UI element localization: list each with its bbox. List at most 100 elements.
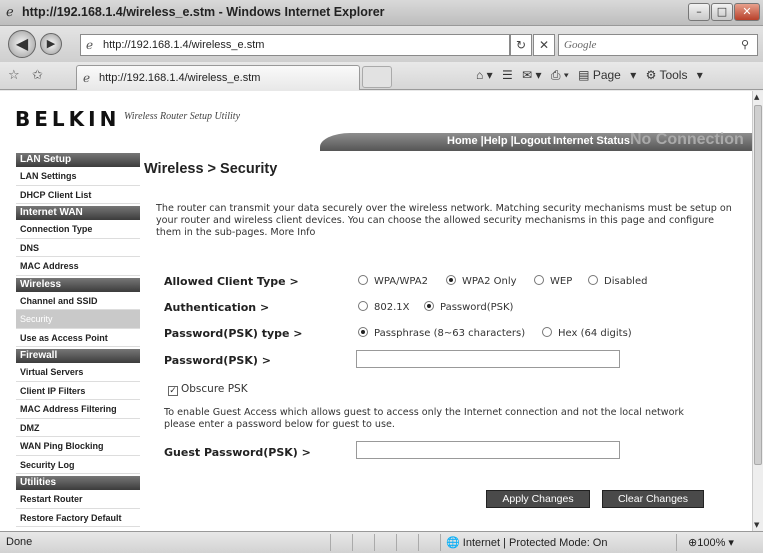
header-bar: Home |Help |Logout Internet Status: No C… (320, 131, 752, 151)
address-url: http://192.168.1.4/wireless_e.stm (103, 39, 265, 51)
search-icon[interactable]: ⚲ (741, 35, 749, 55)
radio-label: WPA2 Only (462, 276, 517, 287)
psk-input[interactable] (356, 350, 620, 368)
tab-page-icon: ℯ (83, 71, 91, 85)
stop-icon[interactable]: ✕ (533, 34, 555, 56)
radio-button[interactable] (358, 327, 368, 337)
scroll-down-icon[interactable]: ▼ (754, 521, 759, 529)
header-links[interactable]: Home |Help |Logout (447, 135, 551, 147)
radio-button[interactable] (358, 275, 368, 285)
page-icon: ℯ (86, 38, 94, 52)
tab-current[interactable]: ℯ http://192.168.1.4/wireless_e.stm (76, 65, 360, 90)
radio-auth-8021x[interactable]: 802.1X (358, 301, 409, 313)
add-favorites-icon[interactable]: ✩ (32, 68, 43, 83)
page-menu[interactable]: ▤ Page ▾ (578, 68, 636, 82)
header-tagline: Wireless Router Setup Utility (124, 111, 241, 122)
authentication-label: Authentication > (164, 301, 270, 314)
sidebar-item[interactable]: DHCP Client List (16, 186, 140, 204)
apply-changes-button[interactable]: Apply Changes (486, 490, 590, 508)
sidebar-item[interactable]: Security Log (16, 456, 140, 474)
address-input[interactable]: ℯ http://192.168.1.4/wireless_e.stm (80, 34, 510, 56)
sidebar-section-header: Wireless (16, 277, 140, 292)
page-title: Wireless > Security (144, 161, 278, 177)
zoom-control[interactable]: ⊕100% ▾ (688, 536, 734, 549)
sidebar-section-header: Firewall (16, 349, 140, 363)
read-mail-icon[interactable]: ✉ ▾ (522, 68, 541, 82)
radio-auth-psk[interactable]: Password(PSK) (424, 301, 513, 313)
radio-label: Disabled (604, 276, 648, 287)
radio-label: WEP (550, 276, 573, 287)
radio-button[interactable] (424, 301, 434, 311)
window-title: http://192.168.1.4/wireless_e.stm - Wind… (22, 5, 385, 19)
browser-window: ℯ http://192.168.1.4/wireless_e.stm - Wi… (0, 0, 763, 553)
guest-access-note: To enable Guest Access which allows gues… (164, 407, 684, 430)
sidebar-item[interactable]: Virtual Servers (16, 363, 140, 382)
sidebar-nav: LAN Setup LAN Settings DHCP Client List Int… (16, 153, 140, 531)
radio-label: Hex (64 digits) (558, 328, 632, 339)
sidebar-item[interactable]: DNS (16, 239, 140, 257)
radio-psk-hex[interactable]: Hex (64 digits) (542, 327, 632, 339)
clear-changes-button[interactable]: Clear Changes (602, 490, 704, 508)
psk-type-label: Password(PSK) type > (164, 327, 303, 340)
sidebar-item[interactable]: Use as Access Point (16, 329, 140, 347)
sidebar-item[interactable]: MAC Address Filtering (16, 400, 140, 419)
tools-menu[interactable]: ⚙ Tools ▾ (646, 68, 703, 82)
radio-client-wep[interactable]: WEP (534, 275, 572, 287)
minimize-button[interactable]: – (688, 3, 710, 21)
radio-button[interactable] (542, 327, 552, 337)
sidebar-item[interactable]: Channel and SSID (16, 292, 140, 310)
sidebar-item[interactable]: Connection Type (16, 220, 140, 239)
page-content: BELKIN Wireless Router Setup Utility Hom… (0, 91, 752, 531)
home-icon[interactable]: ⌂ ▾ (476, 68, 493, 82)
maximize-button[interactable]: □ (711, 3, 733, 21)
vertical-scrollbar[interactable]: ▲ ▼ (752, 91, 763, 531)
radio-client-wpa-wpa2[interactable]: WPA/WPA2 (358, 275, 428, 287)
status-bar: Done 🌐 Internet | Protected Mode: On ⊕10… (0, 531, 763, 553)
psk-label: Password(PSK) > (164, 354, 271, 367)
radio-button[interactable] (446, 275, 456, 285)
checkbox-checked-icon[interactable]: ✓ (168, 386, 178, 396)
radio-client-wpa2-only[interactable]: WPA2 Only (446, 275, 517, 287)
radio-label: 802.1X (374, 302, 410, 313)
sidebar-item[interactable]: Security (16, 310, 140, 329)
sidebar-item[interactable]: WAN Ping Blocking (16, 437, 140, 456)
radio-client-disabled[interactable]: Disabled (588, 275, 647, 287)
radio-button[interactable] (588, 275, 598, 285)
refresh-icon[interactable]: ↻ (510, 34, 532, 56)
search-input[interactable]: Google ⚲ (558, 34, 758, 56)
internet-status-label: Internet Status: (553, 135, 634, 147)
guest-psk-input[interactable] (356, 441, 620, 459)
sidebar-section-header: Utilities (16, 476, 140, 490)
back-button[interactable]: ◀ (8, 30, 36, 58)
sidebar-item[interactable]: MAC Address (16, 257, 140, 276)
status-divider (374, 534, 375, 551)
print-icon[interactable]: ⎙ ▾ (551, 68, 569, 82)
radio-button[interactable] (534, 275, 544, 285)
sidebar-item[interactable]: Restart Router (16, 490, 140, 509)
scroll-thumb[interactable] (754, 105, 762, 465)
status-divider (352, 534, 353, 551)
status-divider (396, 534, 397, 551)
obscure-psk-checkbox[interactable]: ✓ Obscure PSK (168, 383, 248, 396)
sidebar-item[interactable]: Client IP Filters (16, 382, 140, 400)
scroll-up-icon[interactable]: ▲ (754, 93, 759, 101)
title-bar: ℯ http://192.168.1.4/wireless_e.stm - Wi… (0, 0, 763, 26)
radio-label: WPA/WPA2 (374, 276, 428, 287)
sidebar-item[interactable]: DMZ (16, 419, 140, 437)
radio-button[interactable] (358, 301, 368, 311)
sidebar-item[interactable]: LAN Settings (16, 167, 140, 186)
favorites-star-icon[interactable]: ☆ (8, 68, 20, 83)
close-window-button[interactable]: ✕ (734, 3, 760, 21)
new-tab-button[interactable] (362, 66, 392, 88)
address-toolbar: ◀ ▶ ℯ http://192.168.1.4/wireless_e.stm … (0, 26, 763, 62)
guest-psk-label: Guest Password(PSK) > (164, 446, 311, 459)
sidebar-section-header: Internet WAN (16, 206, 140, 220)
radio-psk-passphrase[interactable]: Passphrase (8~63 characters) (358, 327, 525, 339)
obscure-psk-label: Obscure PSK (181, 383, 248, 395)
security-zone[interactable]: 🌐 Internet | Protected Mode: On (446, 536, 607, 549)
internet-status-value: No Connection (630, 131, 744, 148)
forward-button[interactable]: ▶ (40, 33, 62, 55)
sidebar-section-header: LAN Setup (16, 153, 140, 167)
sidebar-item[interactable]: Restore Factory Default (16, 509, 140, 527)
feeds-icon[interactable]: ☰ (502, 68, 513, 82)
